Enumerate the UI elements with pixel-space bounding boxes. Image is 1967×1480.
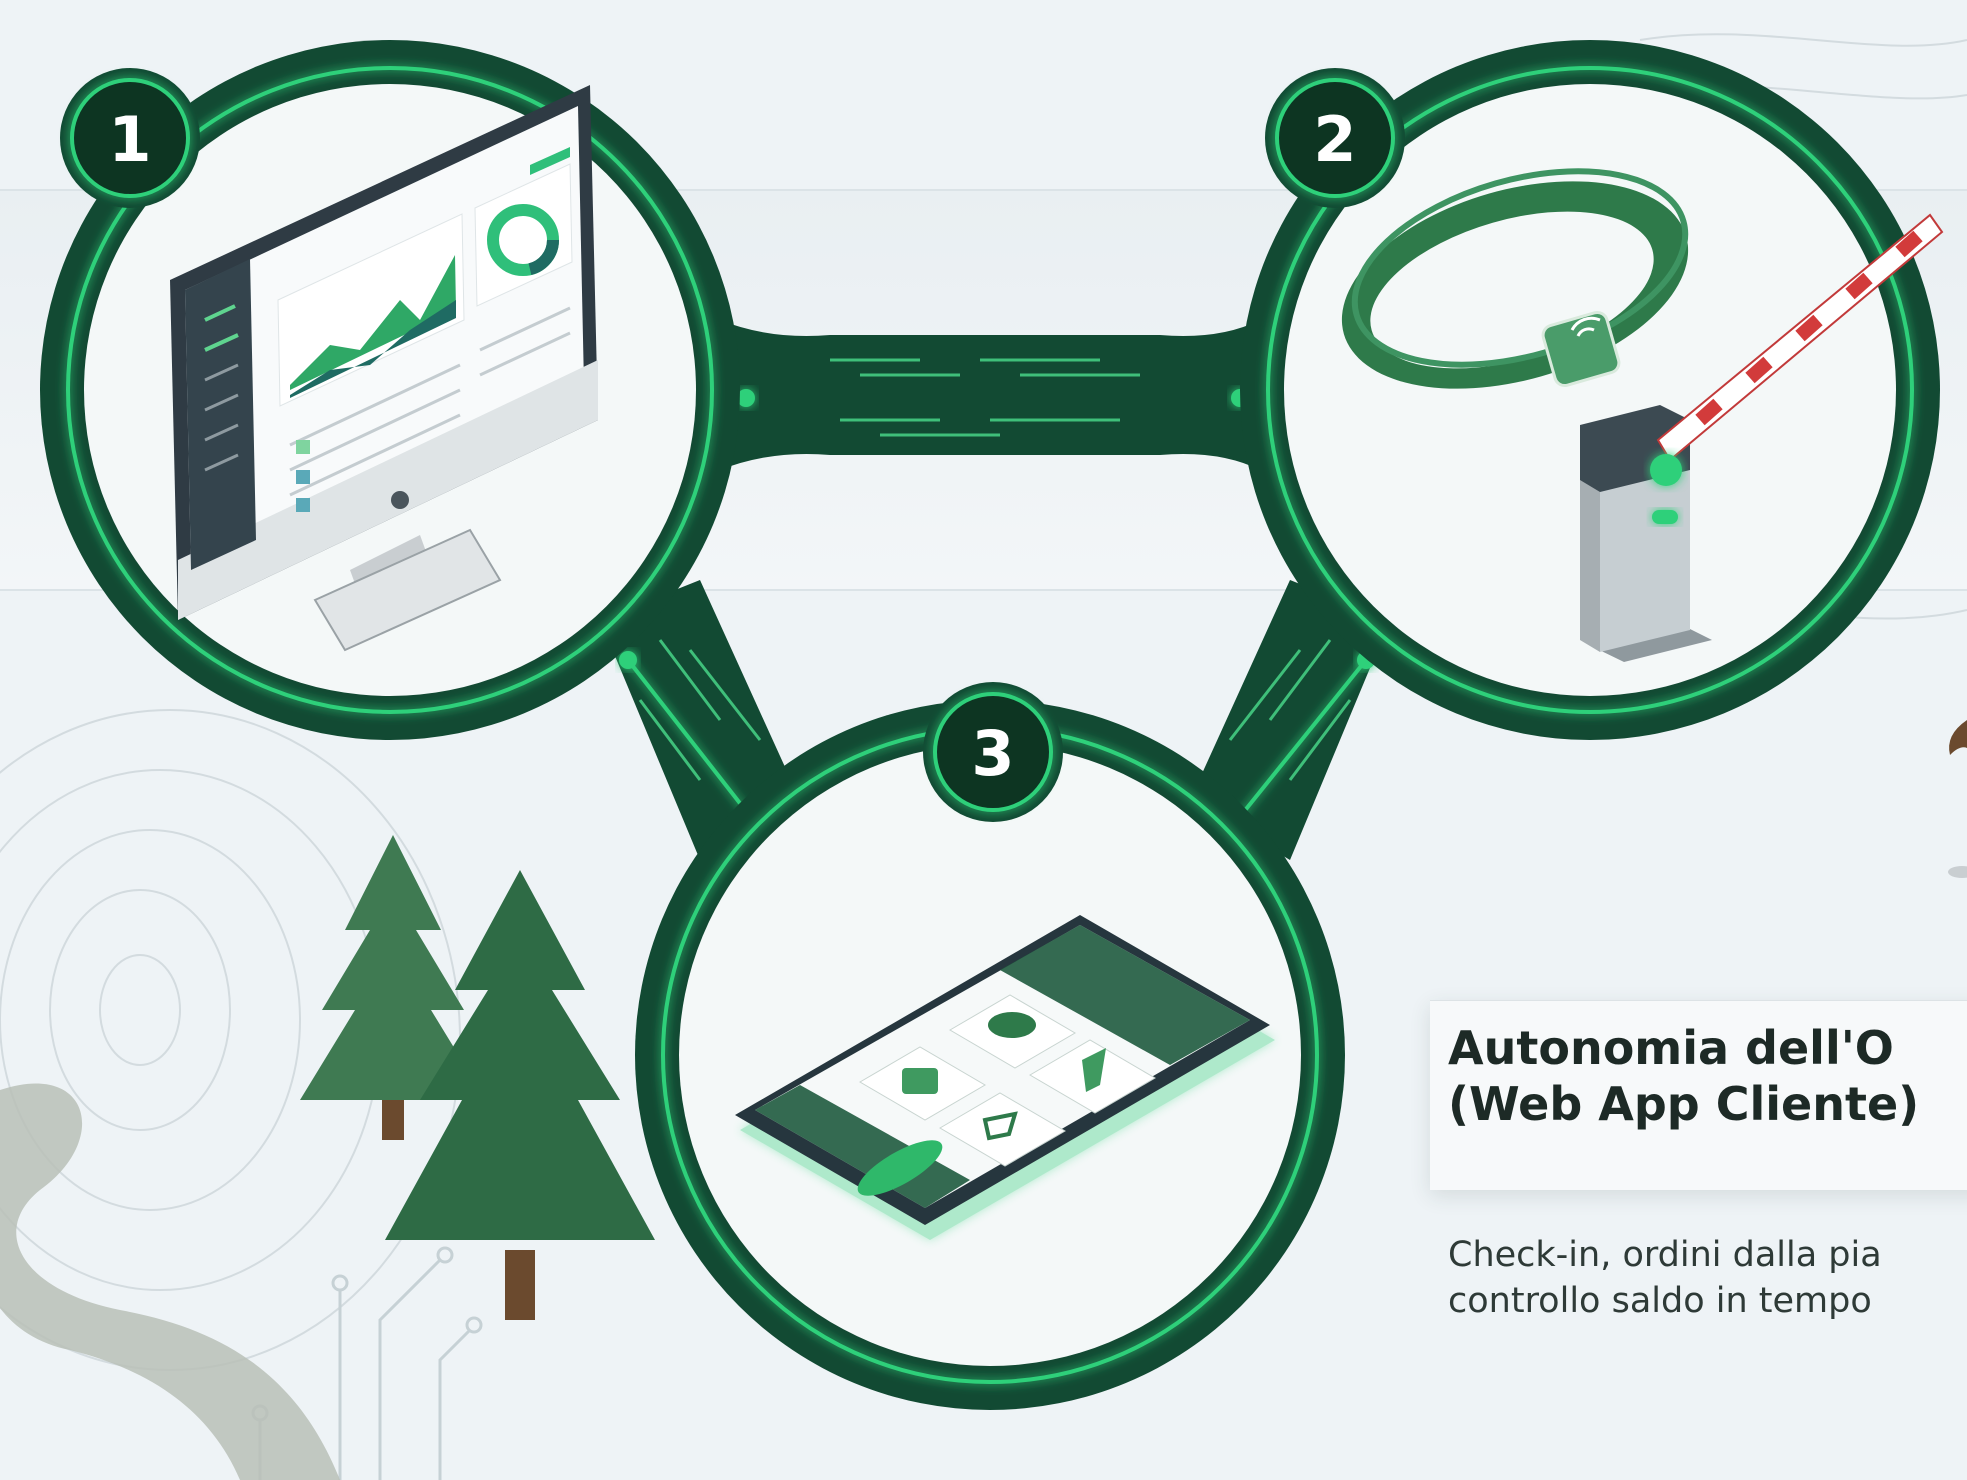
step-1-number: 1 <box>108 103 151 176</box>
card-divider <box>1430 1000 1967 1001</box>
step-2-badge: 2 <box>1265 68 1405 208</box>
card-description: Check-in, ordini dalla pia controllo sal… <box>1448 1235 1882 1321</box>
step-3-badge: 3 <box>923 682 1063 822</box>
edge-decoration <box>1948 720 1967 878</box>
winding-path <box>0 1083 340 1480</box>
card-title: Autonomia dell'O (Web App Cliente) <box>1448 1021 1920 1131</box>
step-2-number: 2 <box>1313 103 1356 176</box>
step-1-badge: 1 <box>60 68 200 208</box>
pine-tree-icon <box>385 870 655 1320</box>
step-3-number: 3 <box>971 717 1014 790</box>
connector-1-2 <box>720 320 1260 470</box>
